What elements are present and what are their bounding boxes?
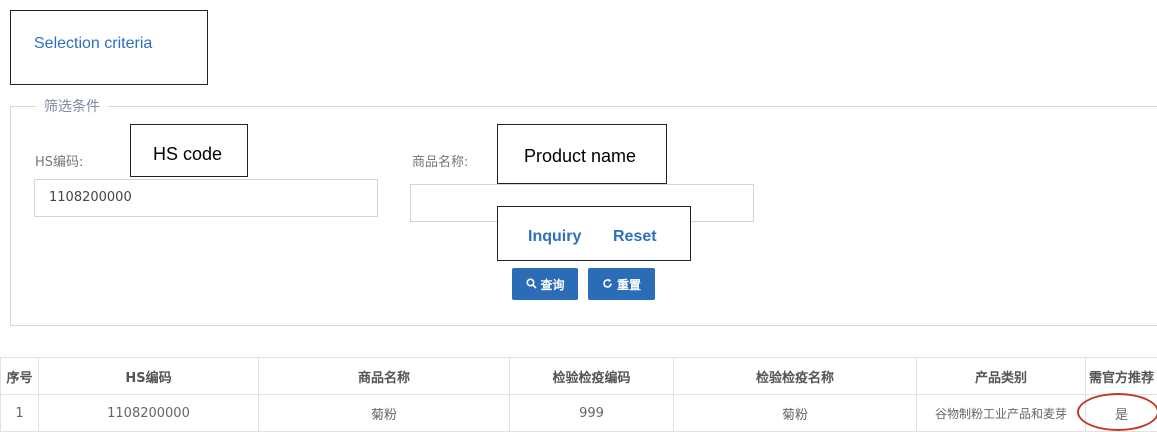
query-button-label: 查询 (540, 277, 565, 292)
header-inspection-name: 检验检疫名称 (673, 357, 917, 395)
annotation-selection-criteria-text: Selection criteria (34, 35, 153, 52)
cell-product-name: 菊粉 (258, 394, 510, 432)
annotation-selection-criteria: Selection criteria (10, 10, 208, 85)
header-hs-code: HS编码 (38, 357, 259, 395)
table-header-row: 序号 HS编码 商品名称 检验检疫编码 检验检疫名称 产品类别 需官方推荐 (0, 357, 1157, 395)
reset-button[interactable]: 重置 (588, 268, 655, 300)
cell-inspection-code: 999 (509, 394, 674, 432)
annotation-hs-code: HS code (130, 124, 248, 177)
header-official-recommendation: 需官方推荐 (1085, 357, 1157, 395)
annotation-product-name: Product name (497, 124, 667, 184)
cell-hs-code: 1108200000 (38, 394, 259, 432)
cell-product-category: 谷物制粉工业产品和麦芽 (916, 394, 1086, 432)
annotation-reset-text: Reset (613, 228, 657, 245)
cell-inspection-name: 菊粉 (673, 394, 917, 432)
product-name-label: 商品名称: (412, 155, 469, 170)
query-button[interactable]: 查询 (512, 268, 578, 300)
table-row[interactable]: 1 1108200000 菊粉 999 菊粉 谷物制粉工业产品和麦芽 是 (0, 394, 1157, 432)
annotation-inquiry-text: Inquiry (528, 228, 582, 245)
header-product-category: 产品类别 (916, 357, 1086, 395)
hs-code-label: HS编码: (35, 155, 84, 170)
header-product-name: 商品名称 (258, 357, 510, 395)
search-icon (525, 278, 537, 290)
header-inspection-code: 检验检疫编码 (509, 357, 674, 395)
reset-button-label: 重置 (616, 277, 641, 292)
hs-code-input[interactable]: 1108200000 (34, 179, 378, 217)
annotation-buttons: Inquiry Reset (497, 206, 691, 261)
cell-index: 1 (0, 394, 39, 432)
highlight-circle (1077, 393, 1157, 431)
results-table: 序号 HS编码 商品名称 检验检疫编码 检验检疫名称 产品类别 需官方推荐 1 … (0, 357, 1157, 432)
filter-legend: 筛选条件 (36, 96, 108, 116)
annotation-hs-code-text: HS code (153, 144, 223, 164)
header-index: 序号 (0, 357, 39, 395)
annotation-product-name-text: Product name (524, 146, 637, 166)
refresh-icon (602, 278, 614, 290)
